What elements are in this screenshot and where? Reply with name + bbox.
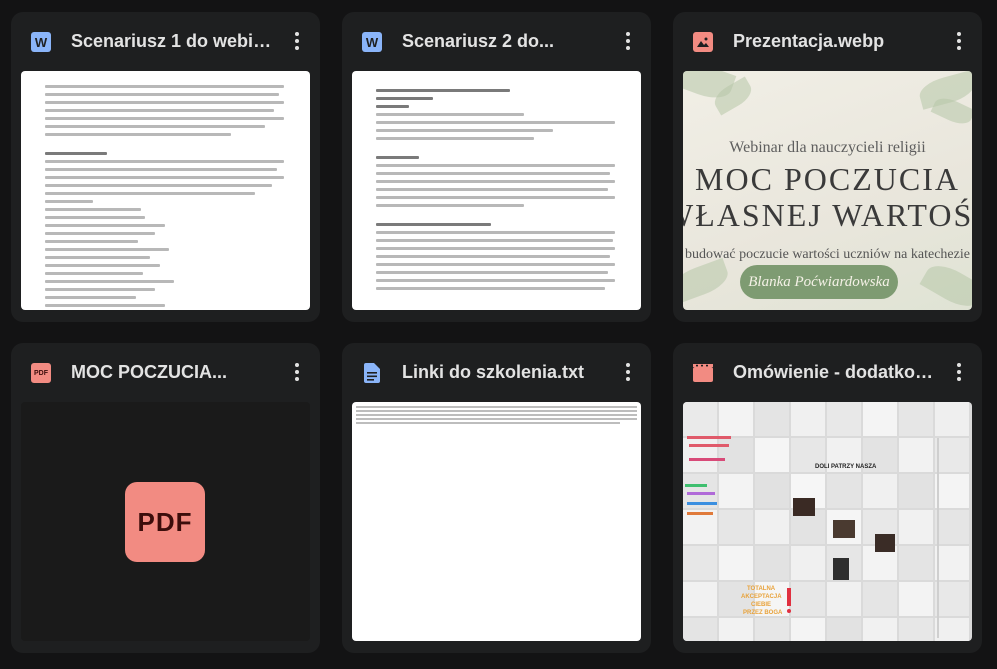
card-header: W Scenariusz 2 do... [342,12,651,70]
pdf-large-icon: PDF [125,482,205,562]
file-card-pdf[interactable]: PDF MOC POCZUCIA... PDF [11,343,320,653]
card-header: Prezentacja.webp [673,12,982,70]
video-footer-line-3: CIEBIE [751,602,772,608]
file-title[interactable]: Omówienie - dodatkow... [733,360,936,384]
word-icon-letter: W [365,34,379,50]
word-icon: W [362,32,382,52]
card-header: Omówienie - dodatkow... [673,343,982,401]
card-header: W Scenariusz 1 do webina... [11,12,320,70]
more-options-button[interactable] [615,28,641,54]
slide-description: budować poczucie wartości uczniów na kat… [685,247,970,262]
leaf-decoration [930,93,972,129]
slide-subtitle: Webinar dla nauczycieli religii [729,139,926,156]
video-footer-line-1: TOTALNA [747,586,776,592]
file-card-scenariusz-2[interactable]: W Scenariusz 2 do... [342,12,651,322]
file-card-prezentacja[interactable]: Prezentacja.webp Webinar dla nauczycieli… [673,12,982,322]
image-icon [693,32,713,52]
video-footer-line-2: AKCEPTACJA [741,594,782,600]
pdf-icon-letter: PDF [34,369,48,377]
text-preview[interactable] [352,402,641,641]
word-icon: W [31,32,51,52]
more-options-button[interactable] [946,28,972,54]
file-title[interactable]: Prezentacja.webp [733,29,936,53]
card-header: Linki do szkolenia.txt [342,343,651,401]
image-preview[interactable]: Webinar dla nauczycieli religii MOC POCZ… [683,71,972,310]
text-preview-lines [356,406,637,426]
document-preview[interactable] [352,71,641,310]
document-preview[interactable] [21,71,310,310]
video-preview[interactable]: DOLI PATRZY NASZA TOTALNA AKCEPTACJA CIE… [683,402,972,641]
leaf-decoration [683,257,733,305]
more-options-button[interactable] [946,359,972,385]
file-title[interactable]: Scenariusz 1 do webina... [71,29,274,53]
document-text-lines [45,85,284,310]
file-card-linki[interactable]: Linki do szkolenia.txt [342,343,651,653]
text-doc-icon [362,363,382,383]
pdf-preview[interactable]: PDF [21,402,310,641]
document-text-lines [376,89,615,295]
file-card-omowienie[interactable]: Omówienie - dodatkow... DOLI PATRZY NASZ… [673,343,982,653]
slide-title-line-2: WŁASNEJ WARTOŚCI [683,197,972,233]
slide-title-line-1: MOC POCZUCIA [695,161,960,197]
more-options-button[interactable] [284,28,310,54]
video-icon [693,363,713,383]
file-title[interactable]: Linki do szkolenia.txt [402,360,605,384]
file-card-scenariusz-1[interactable]: W Scenariusz 1 do webina... [11,12,320,322]
file-title[interactable]: Scenariusz 2 do... [402,29,605,53]
word-icon-letter: W [34,34,48,50]
video-footer-line-4: PRZEZ BOGA [743,610,783,616]
video-heading: DOLI PATRZY NASZA [815,464,877,470]
pdf-icon: PDF [31,363,51,383]
card-header: PDF MOC POCZUCIA... [11,343,320,401]
slide-author-badge: Blanka Poćwiardowska [740,265,898,299]
more-options-button[interactable] [284,359,310,385]
more-options-button[interactable] [615,359,641,385]
file-title[interactable]: MOC POCZUCIA... [71,360,274,384]
leaf-decoration [919,258,972,310]
